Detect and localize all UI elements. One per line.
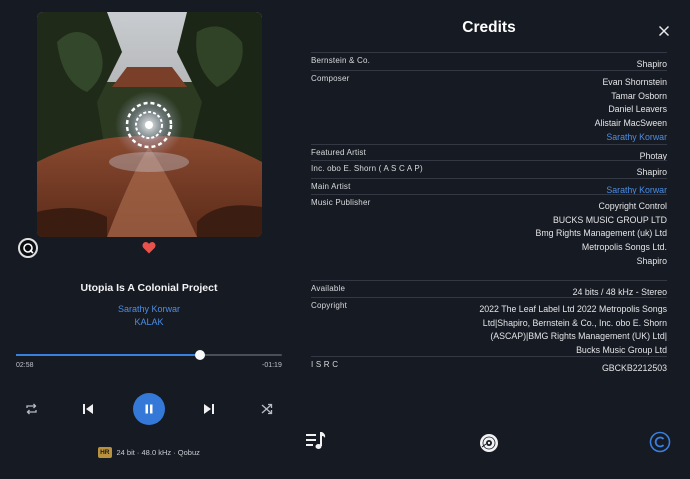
credit-role: Copyright: [311, 301, 348, 310]
credit-role: Available: [311, 284, 346, 293]
credit-value: 2022 The Leaf Label Ltd 2022 Metropolis …: [479, 304, 667, 314]
credit-row: Copyright 2022 The Leaf Label Ltd 2022 Me…: [311, 297, 667, 355]
close-button[interactable]: [658, 24, 670, 37]
skip-next-icon: [204, 404, 214, 414]
credit-values: 2022 The Leaf Label Ltd 2022 Metropolis …: [479, 303, 667, 358]
credit-role: Main Artist: [311, 182, 351, 191]
credit-role: Bernstein & Co.: [311, 56, 371, 65]
credits-icon: [649, 431, 671, 453]
credit-values: Evan Shornstein Tamar Osborn Daniel Leaver…: [595, 76, 667, 145]
close-icon: [658, 25, 670, 37]
credit-value: Tamar Osborn: [611, 90, 667, 101]
credit-role: I S R C: [311, 360, 339, 369]
disc-button[interactable]: [478, 432, 500, 454]
audio-quality-text: 24 bit · 48.0 kHz · Qobuz: [116, 448, 200, 457]
elapsed-time: 02:58: [16, 362, 34, 369]
credit-value: Alistair MacSween: [594, 118, 667, 129]
credit-values: Sarathy Korwar: [606, 184, 667, 198]
qobuz-button[interactable]: [18, 238, 38, 258]
progress-bar[interactable]: [16, 350, 282, 360]
credit-value: BUCKS MUSIC GROUP LTD: [552, 214, 667, 225]
credit-row: Inc. obo E. Shorn ( A S C A P) Shapiro: [311, 160, 667, 177]
progress-fill: [16, 354, 200, 356]
heart-icon: [142, 242, 156, 254]
disc-icon: [480, 434, 498, 452]
credit-value: (ASCAP)|BMG Rights Management (UK) Ltd|: [490, 331, 667, 342]
credits-panel: Credits Bernstein & Co. Shapiro Composer Ev…: [298, 0, 690, 479]
credit-value: GBCKB2212503: [601, 363, 667, 373]
credit-value: Daniel Leavers: [608, 104, 667, 115]
shuffle-icon: [261, 403, 273, 415]
shuffle-button[interactable]: [260, 402, 274, 416]
next-track-button[interactable]: [202, 402, 216, 416]
credit-row: I S R C GBCKB2212503: [311, 356, 667, 373]
credit-role: Composer: [311, 74, 350, 83]
audio-quality-info: HR 24 bit · 48.0 kHz · Qobuz: [0, 447, 298, 458]
credit-artist-link[interactable]: Sarathy Korwar: [606, 184, 667, 198]
credits-title: Credits: [462, 19, 516, 36]
credit-row: Available 24 bits / 48 kHz - Stereo: [311, 280, 667, 297]
hi-res-badge: HR: [98, 447, 112, 458]
skip-previous-icon: [83, 404, 93, 414]
credit-role: Music Publisher: [311, 198, 371, 207]
pause-icon: [145, 404, 153, 414]
credit-values: Copyright Control BUCKS MUSIC GROUP LTD Bm…: [535, 200, 667, 269]
credit-row: Bernstein & Co. Shapiro: [311, 52, 667, 69]
player-panel: Utopia Is A Colonial Project Sarathy Kor…: [0, 0, 298, 479]
credit-row: Main Artist Sarathy Korwar: [311, 178, 667, 195]
track-album-link[interactable]: KALAK: [0, 317, 298, 327]
credit-value: Shapiro: [636, 255, 667, 266]
album-artwork-image: [37, 12, 262, 237]
credit-artist-link[interactable]: Sarathy Korwar: [595, 131, 667, 145]
credit-value: Copyright Control: [598, 201, 667, 211]
credit-row: Featured Artist Photay: [311, 144, 667, 161]
album-artwork[interactable]: [37, 12, 262, 237]
credit-value: Metropolis Songs Ltd.: [581, 242, 667, 253]
repeat-icon: [25, 403, 37, 415]
credits-tab-button[interactable]: [649, 431, 671, 453]
pause-button[interactable]: [133, 393, 165, 425]
repeat-button[interactable]: [24, 402, 38, 416]
credit-row: Music Publisher Copyright Control BUCKS MU…: [311, 194, 667, 266]
credit-row: Composer Evan Shornstein Tamar Osborn Danie…: [311, 70, 667, 142]
credit-value: Ltd|Shapiro, Bernstein & Co., Inc. obo E…: [482, 317, 667, 328]
lyrics-button[interactable]: [304, 430, 328, 452]
track-artist-link[interactable]: Sarathy Korwar: [0, 304, 298, 314]
lyrics-icon: [306, 432, 326, 449]
credit-values: GBCKB2212503: [602, 362, 667, 376]
credit-values: Photay: [640, 150, 667, 164]
track-title: Utopia Is A Colonial Project: [80, 282, 218, 294]
credit-role: Inc. obo E. Shorn ( A S C A P): [311, 164, 423, 173]
previous-track-button[interactable]: [81, 402, 95, 416]
qobuz-icon: [23, 243, 34, 254]
credit-value: Photay: [639, 151, 667, 161]
progress-handle[interactable]: [195, 350, 205, 360]
remaining-time: -01:19: [262, 362, 282, 369]
credit-value: Bmg Rights Management (uk) Ltd: [535, 228, 667, 239]
favorite-button[interactable]: [142, 241, 156, 254]
credit-role: Featured Artist: [311, 148, 367, 157]
credit-value: Evan Shornstein: [602, 77, 667, 87]
